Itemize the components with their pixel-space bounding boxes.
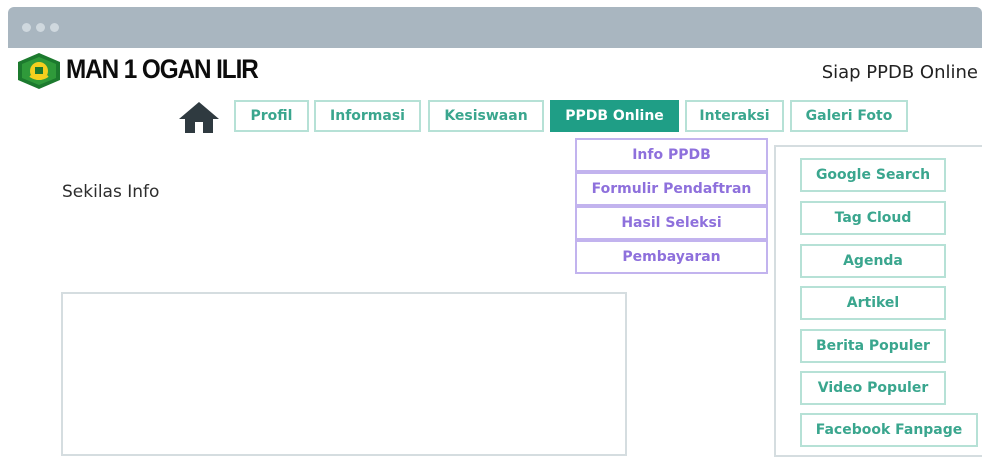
kemenag-logo-icon[interactable]: [16, 52, 62, 90]
dropdown-pembayaran[interactable]: Pembayaran: [575, 240, 768, 274]
window-titlebar: [8, 7, 982, 48]
site-tagline: Siap PPDB Online: [821, 62, 978, 83]
sidebar-artikel[interactable]: Artikel: [800, 286, 946, 320]
sidebar-video-populer[interactable]: Video Populer: [800, 371, 946, 405]
nav-galeri-foto[interactable]: Galeri Foto: [790, 100, 908, 132]
nav-informasi[interactable]: Informasi: [314, 100, 421, 132]
sekilas-info-heading: Sekilas Info: [62, 182, 160, 202]
sidebar-tag-cloud[interactable]: Tag Cloud: [800, 201, 946, 235]
window-close-dot[interactable]: [22, 23, 31, 32]
nav-kesiswaan[interactable]: Kesiswaan: [428, 100, 544, 132]
dropdown-info-ppdb[interactable]: Info PPDB: [575, 138, 768, 172]
school-name[interactable]: MAN 1 OGAN ILIR: [66, 54, 259, 85]
sidebar-agenda[interactable]: Agenda: [800, 244, 946, 278]
home-icon[interactable]: [178, 100, 220, 134]
window-minimize-dot[interactable]: [36, 23, 45, 32]
nav-interaksi[interactable]: Interaksi: [685, 100, 784, 132]
dropdown-formulir-pendaftran[interactable]: Formulir Pendaftran: [575, 172, 768, 206]
window-maximize-dot[interactable]: [50, 23, 59, 32]
dropdown-hasil-seleksi[interactable]: Hasil Seleksi: [575, 206, 768, 240]
nav-ppdb-online[interactable]: PPDB Online: [550, 100, 679, 132]
nav-profil[interactable]: Profil: [234, 100, 309, 132]
sidebar-berita-populer[interactable]: Berita Populer: [800, 329, 946, 363]
sidebar-google-search[interactable]: Google Search: [800, 158, 946, 192]
sidebar-facebook-fanpage[interactable]: Facebook Fanpage: [800, 413, 978, 447]
sekilas-info-box: [61, 292, 627, 456]
